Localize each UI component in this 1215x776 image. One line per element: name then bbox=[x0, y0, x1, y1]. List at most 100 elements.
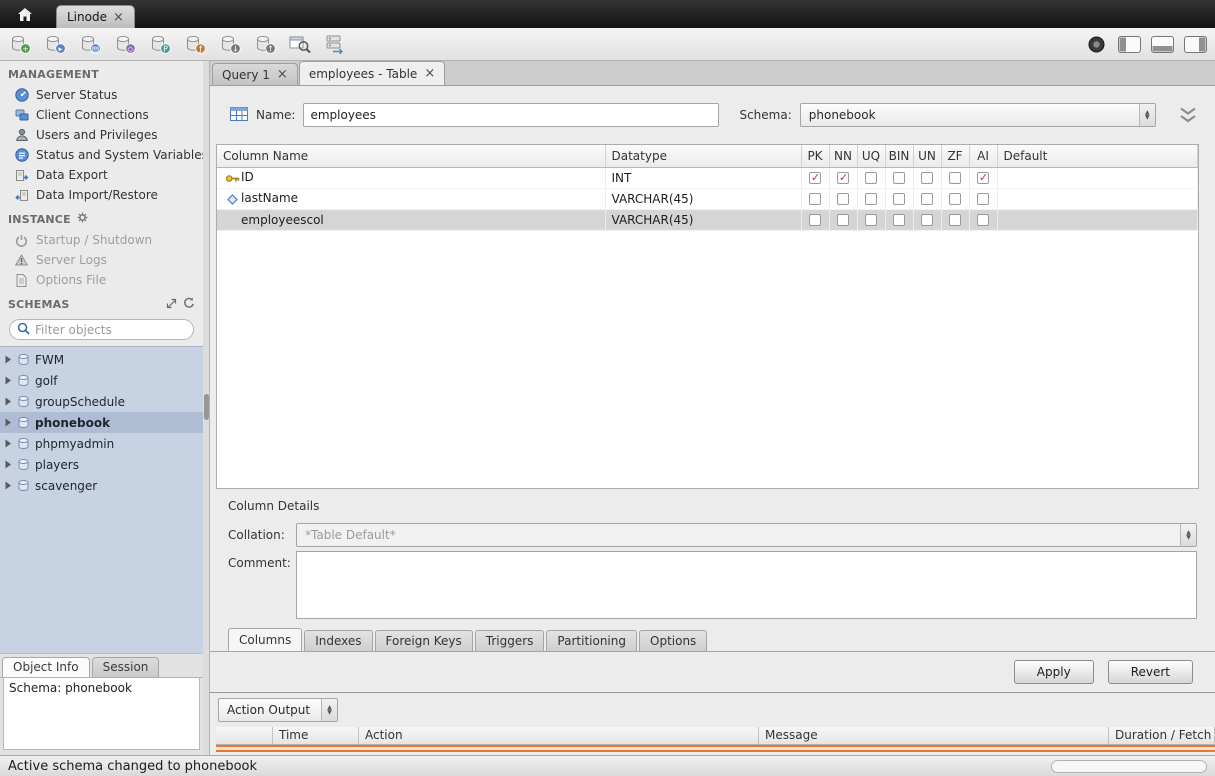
sidebar-item-data-export[interactable]: Data Export bbox=[0, 165, 203, 185]
schema-filter-input[interactable] bbox=[35, 323, 186, 337]
un-checkbox[interactable] bbox=[921, 214, 933, 226]
schema-item-groupschedule[interactable]: groupSchedule bbox=[0, 391, 203, 412]
schema-item-scavenger[interactable]: scavenger bbox=[0, 475, 203, 496]
zf-checkbox[interactable] bbox=[949, 172, 961, 184]
schema-item-phonebook[interactable]: phonebook bbox=[0, 412, 203, 433]
schema-item-fwm[interactable]: FWM bbox=[0, 349, 203, 370]
toggle-right-panel-icon[interactable] bbox=[1183, 33, 1207, 55]
schema-item-golf[interactable]: golf bbox=[0, 370, 203, 391]
column-header-pk[interactable]: PK bbox=[801, 145, 829, 167]
ai-checkbox[interactable] bbox=[977, 193, 989, 205]
column-row-lastname[interactable]: lastNameVARCHAR(45) bbox=[217, 188, 1198, 209]
expander-icon[interactable] bbox=[4, 418, 12, 427]
nn-checkbox[interactable] bbox=[837, 193, 849, 205]
info-tab-session[interactable]: Session bbox=[92, 657, 160, 677]
pk-checkbox[interactable] bbox=[809, 214, 821, 226]
editor-tab-query-1[interactable]: Query 1× bbox=[212, 63, 298, 85]
column-header-zf[interactable]: ZF bbox=[941, 145, 969, 167]
connection-tab[interactable]: Linode × bbox=[56, 5, 135, 28]
schema-select[interactable]: phonebook ▲▼ bbox=[800, 103, 1156, 127]
column-row-id[interactable]: IDINT bbox=[217, 167, 1198, 188]
comment-textarea[interactable] bbox=[296, 551, 1197, 619]
sidebar-item-server-status[interactable]: Server Status bbox=[0, 85, 203, 105]
collation-select[interactable]: *Table Default* ▲▼ bbox=[296, 523, 1197, 547]
editor-subtab-indexes[interactable]: Indexes bbox=[304, 630, 372, 651]
collapse-editor-chevron-icon[interactable] bbox=[1175, 107, 1201, 124]
create-view-icon[interactable]: ◇ bbox=[113, 33, 137, 55]
toggle-left-panel-icon[interactable] bbox=[1117, 33, 1141, 55]
schema-item-players[interactable]: players bbox=[0, 454, 203, 475]
info-tab-object-info[interactable]: Object Info bbox=[2, 657, 90, 677]
ai-checkbox[interactable] bbox=[977, 214, 989, 226]
bin-checkbox[interactable] bbox=[893, 214, 905, 226]
create-function-icon[interactable]: ƒ bbox=[183, 33, 207, 55]
un-checkbox[interactable] bbox=[921, 193, 933, 205]
column-header-default[interactable]: Default bbox=[997, 145, 1198, 167]
sidebar-scrollbar[interactable] bbox=[203, 61, 210, 755]
uq-checkbox[interactable] bbox=[865, 214, 877, 226]
expander-icon[interactable] bbox=[4, 355, 12, 364]
toggle-bottom-panel-icon[interactable] bbox=[1150, 33, 1174, 55]
column-header-nn[interactable]: NN bbox=[829, 145, 857, 167]
expander-icon[interactable] bbox=[4, 397, 12, 406]
sidebar-item-client-connections[interactable]: Client Connections bbox=[0, 105, 203, 125]
pk-checkbox[interactable] bbox=[809, 172, 821, 184]
horizontal-scrollbar-thumb[interactable] bbox=[1051, 760, 1207, 773]
column-header-datatype[interactable]: Datatype bbox=[605, 145, 801, 167]
open-sql-script-icon[interactable]: ▸ bbox=[43, 33, 67, 55]
sidebar-item-data-import-restore[interactable]: Data Import/Restore bbox=[0, 185, 203, 205]
sidebar-scrollbar-thumb[interactable] bbox=[204, 394, 209, 420]
bin-checkbox[interactable] bbox=[893, 193, 905, 205]
uq-checkbox[interactable] bbox=[865, 172, 877, 184]
zf-checkbox[interactable] bbox=[949, 214, 961, 226]
column-header-column-name[interactable]: Column Name bbox=[217, 145, 605, 167]
column-header-bin[interactable]: BIN bbox=[885, 145, 913, 167]
sidebar-item-users-and-privileges[interactable]: Users and Privileges bbox=[0, 125, 203, 145]
search-table-data-icon[interactable] bbox=[288, 33, 312, 55]
restore-database-icon[interactable]: ↑ bbox=[253, 33, 277, 55]
column-header-uq[interactable]: UQ bbox=[857, 145, 885, 167]
editor-subtab-options[interactable]: Options bbox=[639, 630, 707, 651]
column-row-employeescol[interactable]: employeescolVARCHAR(45) bbox=[217, 209, 1198, 230]
pk-checkbox[interactable] bbox=[809, 193, 821, 205]
bin-checkbox[interactable] bbox=[893, 172, 905, 184]
editor-subtab-triggers[interactable]: Triggers bbox=[475, 630, 545, 651]
refresh-schemas-icon[interactable] bbox=[183, 297, 195, 312]
column-header-ai[interactable]: AI bbox=[969, 145, 997, 167]
zf-checkbox[interactable] bbox=[949, 193, 961, 205]
create-procedure-icon[interactable]: P bbox=[148, 33, 172, 55]
expander-icon[interactable] bbox=[4, 376, 12, 385]
editor-subtab-columns[interactable]: Columns bbox=[228, 628, 302, 651]
expand-schemas-icon[interactable] bbox=[166, 298, 177, 312]
revert-button[interactable]: Revert bbox=[1108, 660, 1193, 684]
reconnect-server-icon[interactable] bbox=[323, 33, 347, 55]
schema-item-phpmyadmin[interactable]: phpmyadmin bbox=[0, 433, 203, 454]
sidebar-item-status-and-system-variables[interactable]: Status and System Variables bbox=[0, 145, 203, 165]
create-table-icon[interactable]: ▤ bbox=[78, 33, 102, 55]
stepper-icon[interactable]: ▲▼ bbox=[321, 699, 337, 721]
home-button[interactable] bbox=[6, 4, 44, 28]
nn-checkbox[interactable] bbox=[837, 172, 849, 184]
stepper-icon[interactable]: ▲▼ bbox=[1139, 104, 1155, 126]
editor-subtab-partitioning[interactable]: Partitioning bbox=[546, 630, 637, 651]
editor-subtab-foreign-keys[interactable]: Foreign Keys bbox=[375, 630, 473, 651]
uq-checkbox[interactable] bbox=[865, 193, 877, 205]
expander-icon[interactable] bbox=[4, 439, 12, 448]
un-checkbox[interactable] bbox=[921, 172, 933, 184]
expander-icon[interactable] bbox=[4, 460, 12, 469]
sidebar-item-startup-shutdown[interactable]: Startup / Shutdown bbox=[0, 230, 203, 250]
create-schema-icon[interactable]: + bbox=[8, 33, 32, 55]
ai-checkbox[interactable] bbox=[977, 172, 989, 184]
column-header-un[interactable]: UN bbox=[913, 145, 941, 167]
expander-icon[interactable] bbox=[4, 481, 12, 490]
table-name-input[interactable] bbox=[303, 103, 719, 127]
apply-button[interactable]: Apply bbox=[1014, 660, 1094, 684]
editor-tab-employees-table[interactable]: employees - Table× bbox=[299, 61, 445, 85]
connection-tab-close-icon[interactable]: × bbox=[113, 11, 124, 24]
tab-close-icon[interactable]: × bbox=[424, 67, 435, 80]
backup-database-icon[interactable]: ↓ bbox=[218, 33, 242, 55]
sidebar-item-server-logs[interactable]: Server Logs bbox=[0, 250, 203, 270]
sidebar-item-options-file[interactable]: Options File bbox=[0, 270, 203, 290]
tab-close-icon[interactable]: × bbox=[277, 68, 288, 81]
nn-checkbox[interactable] bbox=[837, 214, 849, 226]
